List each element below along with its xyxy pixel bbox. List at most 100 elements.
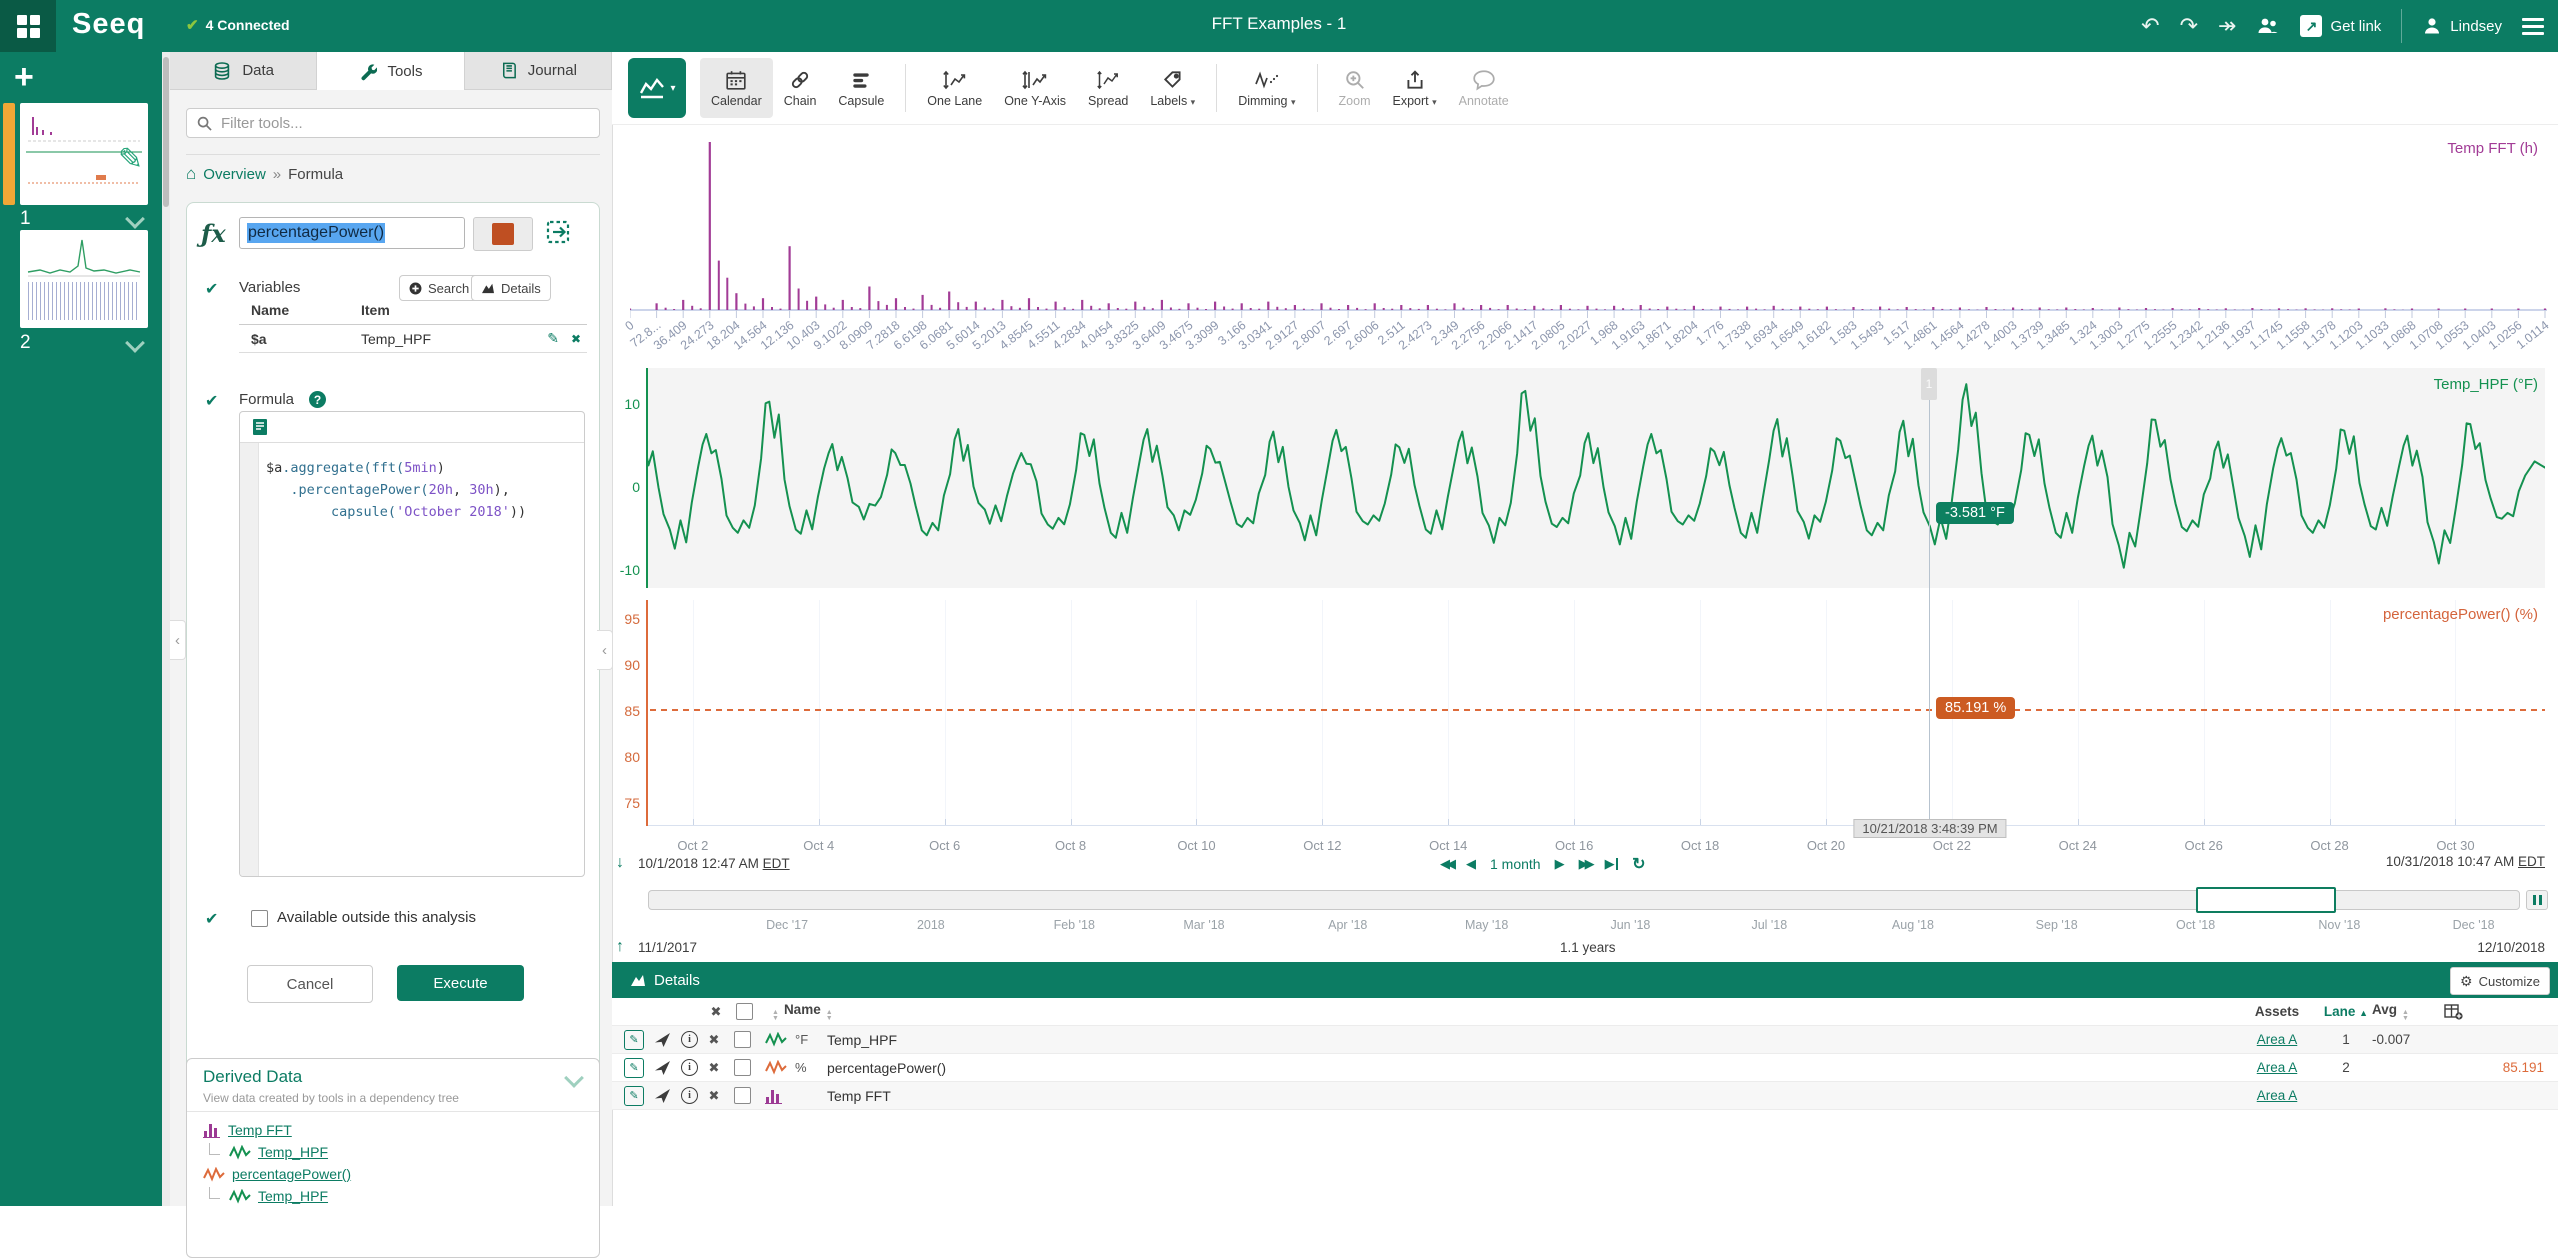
range-start-arrow-icon[interactable]: ↓ (616, 854, 624, 872)
select-all-checkbox[interactable] (736, 1003, 753, 1020)
assets-column-header[interactable]: Assets (2234, 1004, 2320, 1019)
execute-button[interactable]: Execute (397, 965, 524, 1001)
hamburger-menu-icon[interactable] (2522, 18, 2544, 35)
toolbar-button-capsule[interactable]: Capsule (827, 58, 895, 118)
table-row[interactable]: ✎i✖%percentagePower()Area A285.191 (612, 1054, 2558, 1082)
undo-button[interactable]: ↶ (2141, 15, 2159, 37)
series-title-power[interactable]: percentagePower() (%) (2383, 606, 2538, 623)
item-asset-link: Area A (2234, 1088, 2320, 1103)
edit-item-icon[interactable]: ✎ (624, 1086, 644, 1106)
rail-scrollbar-track[interactable] (162, 52, 170, 1206)
toolbar-button-dimming[interactable]: Dimming ▾ (1227, 58, 1306, 118)
new-worksheet-button[interactable]: + (14, 58, 34, 97)
timeline-start-arrow-icon[interactable]: ↑ (616, 938, 624, 956)
x-axis-date-label: Oct 2 (677, 838, 708, 853)
home-icon[interactable]: ⌂ (186, 164, 196, 184)
variable-search-button[interactable]: Search (399, 275, 479, 301)
derived-item-link[interactable]: Temp FFT (228, 1122, 292, 1138)
chart-cursor-line[interactable] (1929, 368, 1930, 826)
remove-all-icon[interactable]: ✖ (708, 1004, 724, 1020)
asset-link[interactable]: Area A (2257, 1060, 2298, 1075)
remove-item-icon[interactable]: ✖ (706, 1060, 722, 1076)
document-icon[interactable] (252, 418, 268, 436)
add-column-button[interactable] (2444, 1004, 2544, 1020)
timeline-selection[interactable] (2196, 887, 2336, 913)
table-row[interactable]: ✎i✖Temp FFTArea A (612, 1082, 2558, 1110)
toolbar-button-chain[interactable]: Chain (773, 58, 828, 118)
remove-item-icon[interactable]: ✖ (706, 1032, 722, 1048)
worksheet-menu-chevron-icon[interactable] (125, 333, 145, 353)
edit-item-icon[interactable]: ✎ (624, 1058, 644, 1078)
asset-link[interactable]: Area A (2257, 1032, 2298, 1047)
avg-column-header[interactable]: Avg▲▼ (2372, 1002, 2444, 1022)
worksheet-menu-chevron-icon[interactable] (125, 209, 145, 229)
lane-2-plot[interactable] (648, 600, 2545, 826)
toolbar-button-one-lane[interactable]: One Lane (916, 58, 993, 118)
tab-tools[interactable]: Tools (317, 52, 464, 90)
toolbar-button-calendar[interactable]: Calendar (700, 58, 773, 118)
redo-button[interactable]: ↷ (2180, 15, 2198, 37)
view-selector-button[interactable]: ▾ (628, 58, 686, 118)
customize-button[interactable]: ⚙ Customize (2450, 967, 2550, 995)
investigate-rocket-icon[interactable] (654, 1032, 671, 1048)
formula-editor[interactable]: $a.aggregate(fft(5min) .percentagePower(… (239, 411, 585, 877)
forward-all-button[interactable]: ↠ (2218, 15, 2236, 37)
timezone-link[interactable]: EDT (763, 856, 790, 871)
collapse-worksheets-handle[interactable]: ‹ (170, 620, 186, 660)
toolbar-button-spread[interactable]: Spread (1077, 58, 1139, 118)
step-back-full-button[interactable]: ◀◀ (1440, 856, 1452, 872)
toolbar-button-export[interactable]: Export ▾ (1381, 58, 1447, 118)
remove-item-icon[interactable]: ✖ (706, 1088, 722, 1104)
derived-item-link[interactable]: Temp_HPF (258, 1188, 328, 1204)
popout-icon[interactable] (545, 219, 571, 245)
item-checkbox[interactable] (734, 1059, 751, 1076)
cancel-button[interactable]: Cancel (247, 965, 373, 1003)
help-icon[interactable]: ? (309, 391, 326, 408)
step-to-end-button[interactable]: ▶ (1605, 856, 1619, 872)
variable-details-button[interactable]: Details (471, 275, 551, 301)
derived-item-link[interactable]: percentagePower() (232, 1166, 351, 1182)
lane-1-plot[interactable] (648, 368, 2545, 588)
formula-name-input[interactable]: percentagePower() (239, 217, 465, 249)
color-picker-button[interactable] (473, 217, 533, 251)
item-checkbox[interactable] (734, 1031, 751, 1048)
fft-bar-chart[interactable] (630, 128, 2547, 320)
investigate-rocket-icon[interactable] (654, 1060, 671, 1076)
worksheet-thumbnail-1[interactable]: ✎ (20, 103, 148, 205)
step-forward-half-button[interactable]: ▶ (1555, 856, 1565, 872)
name-column-header[interactable]: ▲▼Name▲▼ (767, 1001, 2234, 1022)
item-avg: -0.007 (2372, 1032, 2444, 1047)
item-info-icon[interactable]: i (681, 1059, 698, 1076)
rail-scrollbar-thumb[interactable] (163, 57, 169, 207)
refresh-icon[interactable]: ↻ (1632, 854, 1645, 874)
derived-item-link[interactable]: Temp_HPF (258, 1144, 328, 1160)
breadcrumb-overview-link[interactable]: Overview (203, 166, 266, 183)
toolbar-button-labels[interactable]: Labels ▾ (1139, 58, 1206, 118)
tab-data[interactable]: Data (170, 52, 317, 90)
edit-variable-icon[interactable]: ✎ (547, 330, 559, 347)
asset-link[interactable]: Area A (2257, 1088, 2298, 1103)
get-link-button[interactable]: ↗ Get link (2300, 15, 2381, 37)
worksheet-thumbnail-2[interactable] (20, 230, 148, 328)
item-info-icon[interactable]: i (681, 1087, 698, 1104)
share-users-icon[interactable] (2256, 16, 2280, 36)
lane-column-header[interactable]: Lane ▲ (2320, 1004, 2372, 1019)
remove-variable-icon[interactable]: ✖ (571, 332, 581, 346)
step-forward-full-button[interactable]: ▶▶ (1579, 856, 1591, 872)
step-back-half-button[interactable]: ◀ (1466, 856, 1476, 872)
formula-code[interactable]: $a.aggregate(fft(5min) .percentagePower(… (266, 457, 526, 523)
investigate-rocket-icon[interactable] (654, 1088, 671, 1104)
table-row[interactable]: ✎i✖°FTemp_HPFArea A1-0.007 (612, 1026, 2558, 1054)
collapse-chevron-icon[interactable] (564, 1068, 584, 1088)
toolbar-button-one-y-axis[interactable]: One Y-Axis (993, 58, 1077, 118)
filter-tools-input[interactable]: Filter tools... (186, 108, 600, 138)
item-info-icon[interactable]: i (681, 1031, 698, 1048)
available-outside-checkbox[interactable] (251, 910, 268, 927)
item-checkbox[interactable] (734, 1087, 751, 1104)
tab-journal[interactable]: Journal (465, 52, 612, 90)
timeline-capsule-toggle[interactable] (2526, 890, 2548, 910)
edit-item-icon[interactable]: ✎ (624, 1030, 644, 1050)
timezone-link[interactable]: EDT (2518, 854, 2545, 869)
step-size-label[interactable]: 1 month (1490, 856, 1541, 872)
user-menu[interactable]: Lindsey (2422, 16, 2502, 36)
